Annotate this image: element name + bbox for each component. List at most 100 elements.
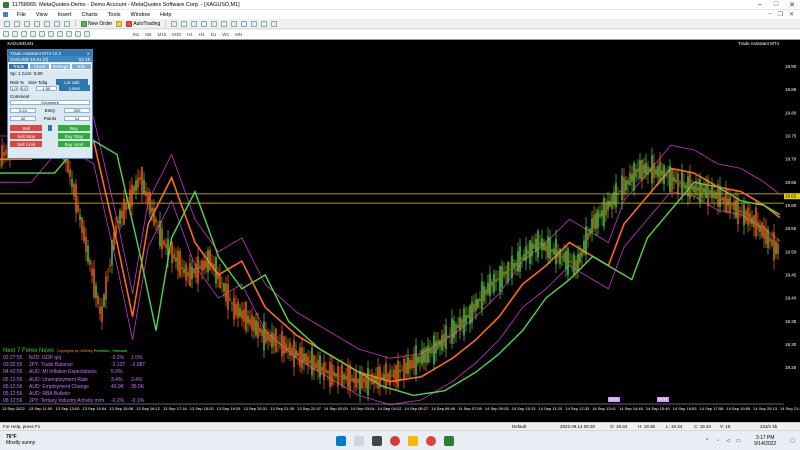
- timeframe-m1[interactable]: M1: [130, 32, 142, 37]
- entry-points-input[interactable]: 200: [64, 107, 90, 113]
- line-chart-button[interactable]: [190, 20, 198, 28]
- text-icon[interactable]: [66, 31, 72, 37]
- candle-body: [723, 196, 725, 203]
- weather-widget[interactable]: 76°F Mostly sunny: [6, 434, 35, 446]
- profiles-button[interactable]: [13, 20, 21, 28]
- metaeditor-button[interactable]: [115, 20, 123, 28]
- minimize-icon[interactable]: –: [752, 0, 768, 10]
- fibonacci-icon[interactable]: [57, 31, 63, 37]
- templates-icon: [271, 20, 278, 27]
- candle-body: [529, 240, 531, 264]
- candle-body: [537, 230, 539, 258]
- timeframe-h4[interactable]: H4: [196, 32, 208, 37]
- navigator-button[interactable]: [43, 20, 51, 28]
- candle-body: [271, 332, 273, 348]
- cursor-icon[interactable]: [3, 31, 9, 37]
- tab-close[interactable]: Close: [29, 63, 50, 70]
- timeframe-m5[interactable]: M5: [142, 32, 154, 37]
- timeframe-h1[interactable]: H1: [184, 32, 196, 37]
- autotrading-button[interactable]: AutoTrading: [125, 20, 161, 28]
- risk-input[interactable]: 1.0: [10, 85, 18, 91]
- candle-body: [149, 191, 151, 215]
- sell-stop-button[interactable]: Sell Stop: [10, 133, 43, 139]
- tab-info[interactable]: Info: [71, 63, 92, 70]
- sl-input[interactable]: 42: [10, 115, 36, 121]
- tray-chevron-icon[interactable]: ^: [706, 438, 708, 444]
- tp-input[interactable]: 14: [64, 115, 90, 121]
- menu-tools[interactable]: Tools: [103, 12, 126, 18]
- bar-chart-button[interactable]: [170, 20, 178, 28]
- ta-symbol-row: XAGUSD 19.61 (0) 62.15: [8, 56, 92, 62]
- lines-button[interactable]: Lines: [59, 85, 90, 91]
- file-explorer-icon[interactable]: [408, 436, 418, 446]
- label-icon[interactable]: [75, 31, 81, 37]
- entry-price-input[interactable]: 0.24: [10, 107, 36, 113]
- menu-view[interactable]: View: [31, 12, 53, 18]
- task-view-icon[interactable]: [372, 436, 382, 446]
- buy-limit-button[interactable]: Buy Limit: [57, 141, 90, 147]
- menu-window[interactable]: Window: [126, 12, 156, 18]
- tab-trade[interactable]: Trade: [8, 63, 29, 70]
- new-chart-button[interactable]: [3, 20, 11, 28]
- market-watch-button[interactable]: [23, 20, 31, 28]
- periods-button[interactable]: [260, 20, 268, 28]
- timeframe-d1[interactable]: D1: [208, 32, 220, 37]
- timeframe-mn[interactable]: MN: [232, 32, 245, 37]
- candle-chart-button[interactable]: [180, 20, 188, 28]
- candle-body: [539, 242, 541, 245]
- trendline-icon[interactable]: [39, 31, 45, 37]
- tile-windows-icon: [221, 20, 228, 27]
- zoom-out-button[interactable]: [210, 20, 218, 28]
- indicators-button[interactable]: [250, 20, 258, 28]
- network-icon[interactable]: ◔: [716, 438, 719, 444]
- status-profile[interactable]: Default: [512, 424, 526, 429]
- menu-file[interactable]: File: [12, 12, 31, 18]
- menu-insert[interactable]: Insert: [53, 12, 77, 18]
- crosshair-icon[interactable]: [12, 31, 18, 37]
- comment-input[interactable]: Comment: [10, 99, 90, 105]
- candle-body: [409, 359, 411, 369]
- size-input[interactable]: 1.00: [35, 85, 57, 91]
- sell-limit-button[interactable]: Sell Limit: [10, 141, 43, 147]
- mdi-minimize-icon[interactable]: –: [768, 11, 771, 18]
- chrome-icon[interactable]: [426, 436, 436, 446]
- maximize-icon[interactable]: □: [768, 0, 784, 10]
- start-icon[interactable]: [336, 436, 346, 446]
- notification-icon[interactable]: ▢: [790, 438, 795, 444]
- close-icon[interactable]: ✕: [784, 0, 800, 10]
- timeframe-m30[interactable]: M30: [169, 32, 184, 37]
- terminal-button[interactable]: [53, 20, 61, 28]
- tile-windows-button[interactable]: [220, 20, 228, 28]
- ta-close-icon[interactable]: ✕: [87, 51, 92, 56]
- timeframe-m15[interactable]: M15: [155, 32, 170, 37]
- arrows-icon[interactable]: [84, 31, 90, 37]
- menu-charts[interactable]: Charts: [76, 12, 102, 18]
- swap-button[interactable]: [48, 125, 52, 131]
- new-order-button[interactable]: New Order: [80, 20, 113, 28]
- timeframe-w1[interactable]: W1: [219, 32, 232, 37]
- templates-button[interactable]: [270, 20, 278, 28]
- sell-button[interactable]: Sell: [10, 125, 43, 131]
- mdi-close-icon[interactable]: ✕: [789, 11, 794, 18]
- data-window-button[interactable]: [33, 20, 41, 28]
- autoscroll-button[interactable]: [230, 20, 238, 28]
- menu-help[interactable]: Help: [155, 12, 176, 18]
- channel-icon[interactable]: [48, 31, 54, 37]
- strategy-tester-button[interactable]: [63, 20, 71, 28]
- buy-button[interactable]: Buy: [57, 125, 90, 131]
- zoom-in-button[interactable]: [200, 20, 208, 28]
- chart-shift-button[interactable]: [240, 20, 248, 28]
- volume-icon[interactable]: ◁: [726, 438, 730, 444]
- metatrader-icon[interactable]: [444, 436, 454, 446]
- rr-input[interactable]: 0.0: [19, 85, 28, 91]
- clock[interactable]: 3:17 PM 9/14/2022: [754, 435, 776, 447]
- vertical-line-icon[interactable]: [21, 31, 27, 37]
- search-icon[interactable]: [354, 436, 364, 446]
- opera-icon[interactable]: [390, 436, 400, 446]
- horizontal-line-icon[interactable]: [30, 31, 36, 37]
- buy-stop-button[interactable]: Buy Stop: [57, 133, 90, 139]
- toolbar: New Order AutoTrading: [0, 19, 800, 29]
- tab-settings[interactable]: Settings: [50, 63, 71, 70]
- battery-icon[interactable]: ▭: [736, 438, 741, 444]
- mdi-restore-icon[interactable]: ❐: [778, 11, 783, 18]
